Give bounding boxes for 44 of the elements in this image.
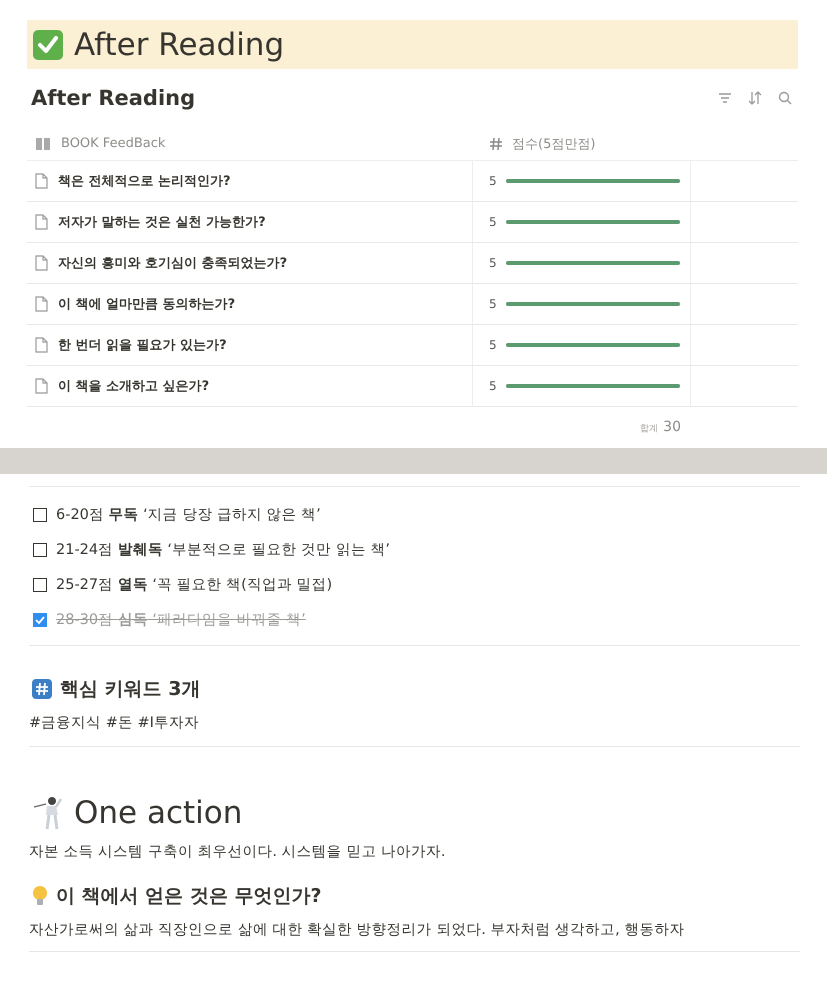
hash-icon: [489, 136, 503, 150]
score-value: 5: [489, 174, 497, 188]
score-value: 5: [489, 215, 497, 229]
database-title: After Reading: [31, 86, 196, 110]
score-value: 5: [489, 256, 497, 270]
question-text[interactable]: 자신의 흥미와 호기심이 충족되었는가?: [58, 254, 288, 272]
page-icon: [35, 255, 48, 271]
section-heading: 이 책에서 얻은 것은 무엇인가?: [56, 884, 322, 909]
score-value: 5: [489, 338, 497, 352]
question-text[interactable]: 저자가 말하는 것은 실천 가능한가?: [58, 213, 266, 231]
page-icon: [35, 337, 48, 353]
page-icon: [35, 296, 48, 312]
checkbox[interactable]: [33, 578, 47, 592]
checklist-text: 6-20점 무독 ‘지금 당장 급하지 않은 책’: [56, 506, 321, 524]
question-text[interactable]: 한 번더 읽을 필요가 있는가?: [58, 336, 227, 354]
action-text: 자본 소득 시스템 구축이 최우선이다. 시스템을 믿고 나아가자.: [29, 843, 446, 861]
section-heading: One action: [74, 795, 242, 831]
question-text[interactable]: 책은 전체적으로 논리적인가?: [58, 172, 231, 190]
checklist-text: 25-27점 열독 ‘꼭 필요한 책(직업과 밀접): [56, 576, 332, 594]
sum-label: 합계: [640, 423, 658, 435]
section-heading: 핵심 키워드 3개: [60, 677, 200, 702]
keywords-text: #금융지식 #돈 #I투자자: [29, 714, 200, 732]
checklist-text: 28-30점 심독 ‘패러다임을 바꿔줄 책’: [56, 611, 306, 629]
checkbox[interactable]: [33, 508, 47, 522]
question-text[interactable]: 이 책에 얼마만큼 동의하는가?: [58, 295, 236, 313]
gained-text: 자산가로써의 삶과 직장인으로 삶에 대한 확실한 방향정리가 되었다. 부자처럼 생각하고, 행동하자: [29, 921, 686, 939]
checkbox[interactable]: [33, 542, 47, 556]
score-value: 5: [489, 297, 497, 311]
hash-icon: [32, 679, 52, 699]
page-title: After Reading: [74, 26, 284, 62]
checklist-text: 21-24점 발췌독 ‘부분적으로 필요한 것만 읽는 책’: [56, 541, 390, 559]
checkmark-icon: [32, 28, 64, 60]
page-icon: [35, 378, 48, 394]
search-icon[interactable]: [778, 91, 792, 105]
sum-value: 30: [663, 419, 681, 435]
score-value: 5: [489, 379, 497, 393]
sort-icon[interactable]: [748, 91, 762, 105]
lightbulb-icon: [32, 885, 48, 907]
page-icon: [35, 173, 48, 189]
book-icon: [35, 137, 51, 150]
page-icon: [35, 214, 48, 230]
checkbox[interactable]: [33, 612, 47, 626]
question-text[interactable]: 이 책을 소개하고 싶은가?: [58, 377, 210, 395]
filter-icon[interactable]: [718, 92, 732, 104]
